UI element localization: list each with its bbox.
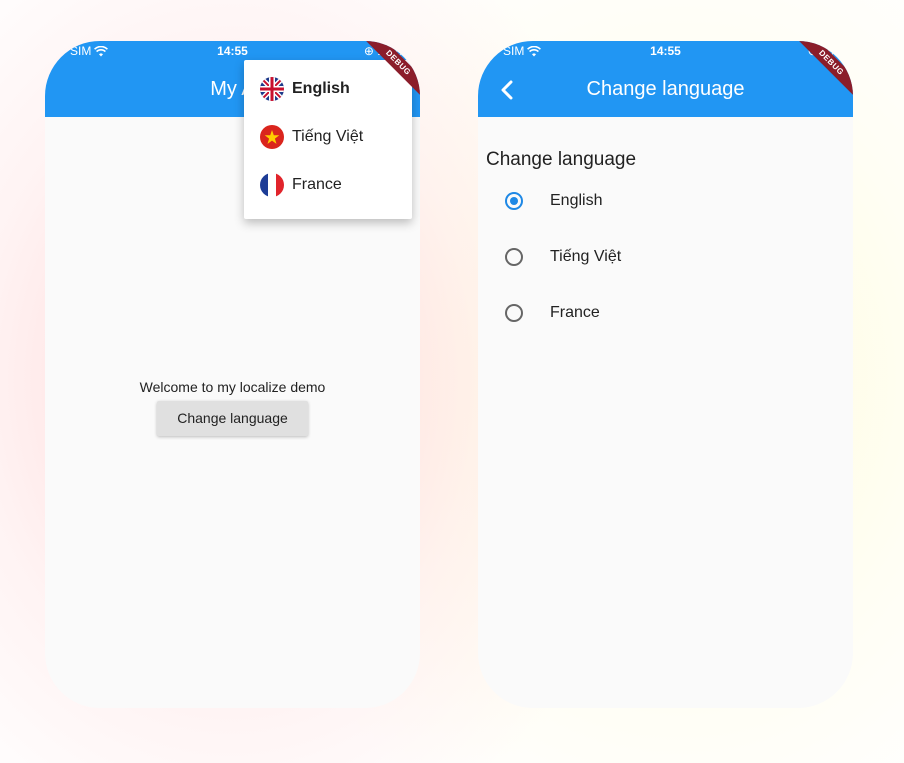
menu-item-english[interactable]: English (260, 74, 350, 104)
language-popup-menu: English Tiếng Việt France (244, 60, 412, 219)
option-label: France (550, 304, 600, 321)
app-bar: SIM 14:55 ⊕ 100 Change language (478, 41, 853, 117)
uk-flag-icon (260, 77, 284, 101)
home-content: Welcome to my localize demo Change langu… (45, 379, 420, 436)
menu-item-france[interactable]: France (260, 170, 342, 200)
welcome-text: Welcome to my localize demo (139, 379, 326, 395)
option-label: English (550, 192, 603, 209)
status-time: 14:55 (650, 44, 681, 58)
section-title: Change language (486, 149, 637, 170)
menu-item-label: Tiếng Việt (292, 128, 364, 145)
app-title: Change language (586, 78, 745, 100)
vietnam-flag-icon (260, 125, 284, 149)
menu-item-tieng-viet[interactable]: Tiếng Việt (260, 122, 363, 152)
france-flag-icon (260, 173, 284, 197)
status-bar: SIM 14:55 ⊕ 100% (45, 44, 420, 60)
status-bar: SIM 14:55 ⊕ 100 (478, 44, 853, 60)
change-language-screen: SIM 14:55 ⊕ 100 Change language DEBUG Ch… (478, 41, 853, 708)
menu-item-label: English (292, 80, 350, 97)
radio-unselected-icon[interactable] (505, 304, 523, 322)
radio-unselected-icon[interactable] (505, 248, 523, 266)
option-label: Tiếng Việt (550, 248, 622, 265)
language-option-france[interactable]: France (478, 293, 853, 333)
home-screen: SIM 14:55 ⊕ 100% My A DEBUG English (45, 41, 420, 708)
language-option-english[interactable]: English (478, 181, 853, 221)
radio-selected-icon[interactable] (505, 192, 523, 210)
menu-item-label: France (292, 176, 342, 193)
language-option-tieng-viet[interactable]: Tiếng Việt (478, 237, 853, 277)
change-language-button[interactable]: Change language (157, 401, 308, 436)
